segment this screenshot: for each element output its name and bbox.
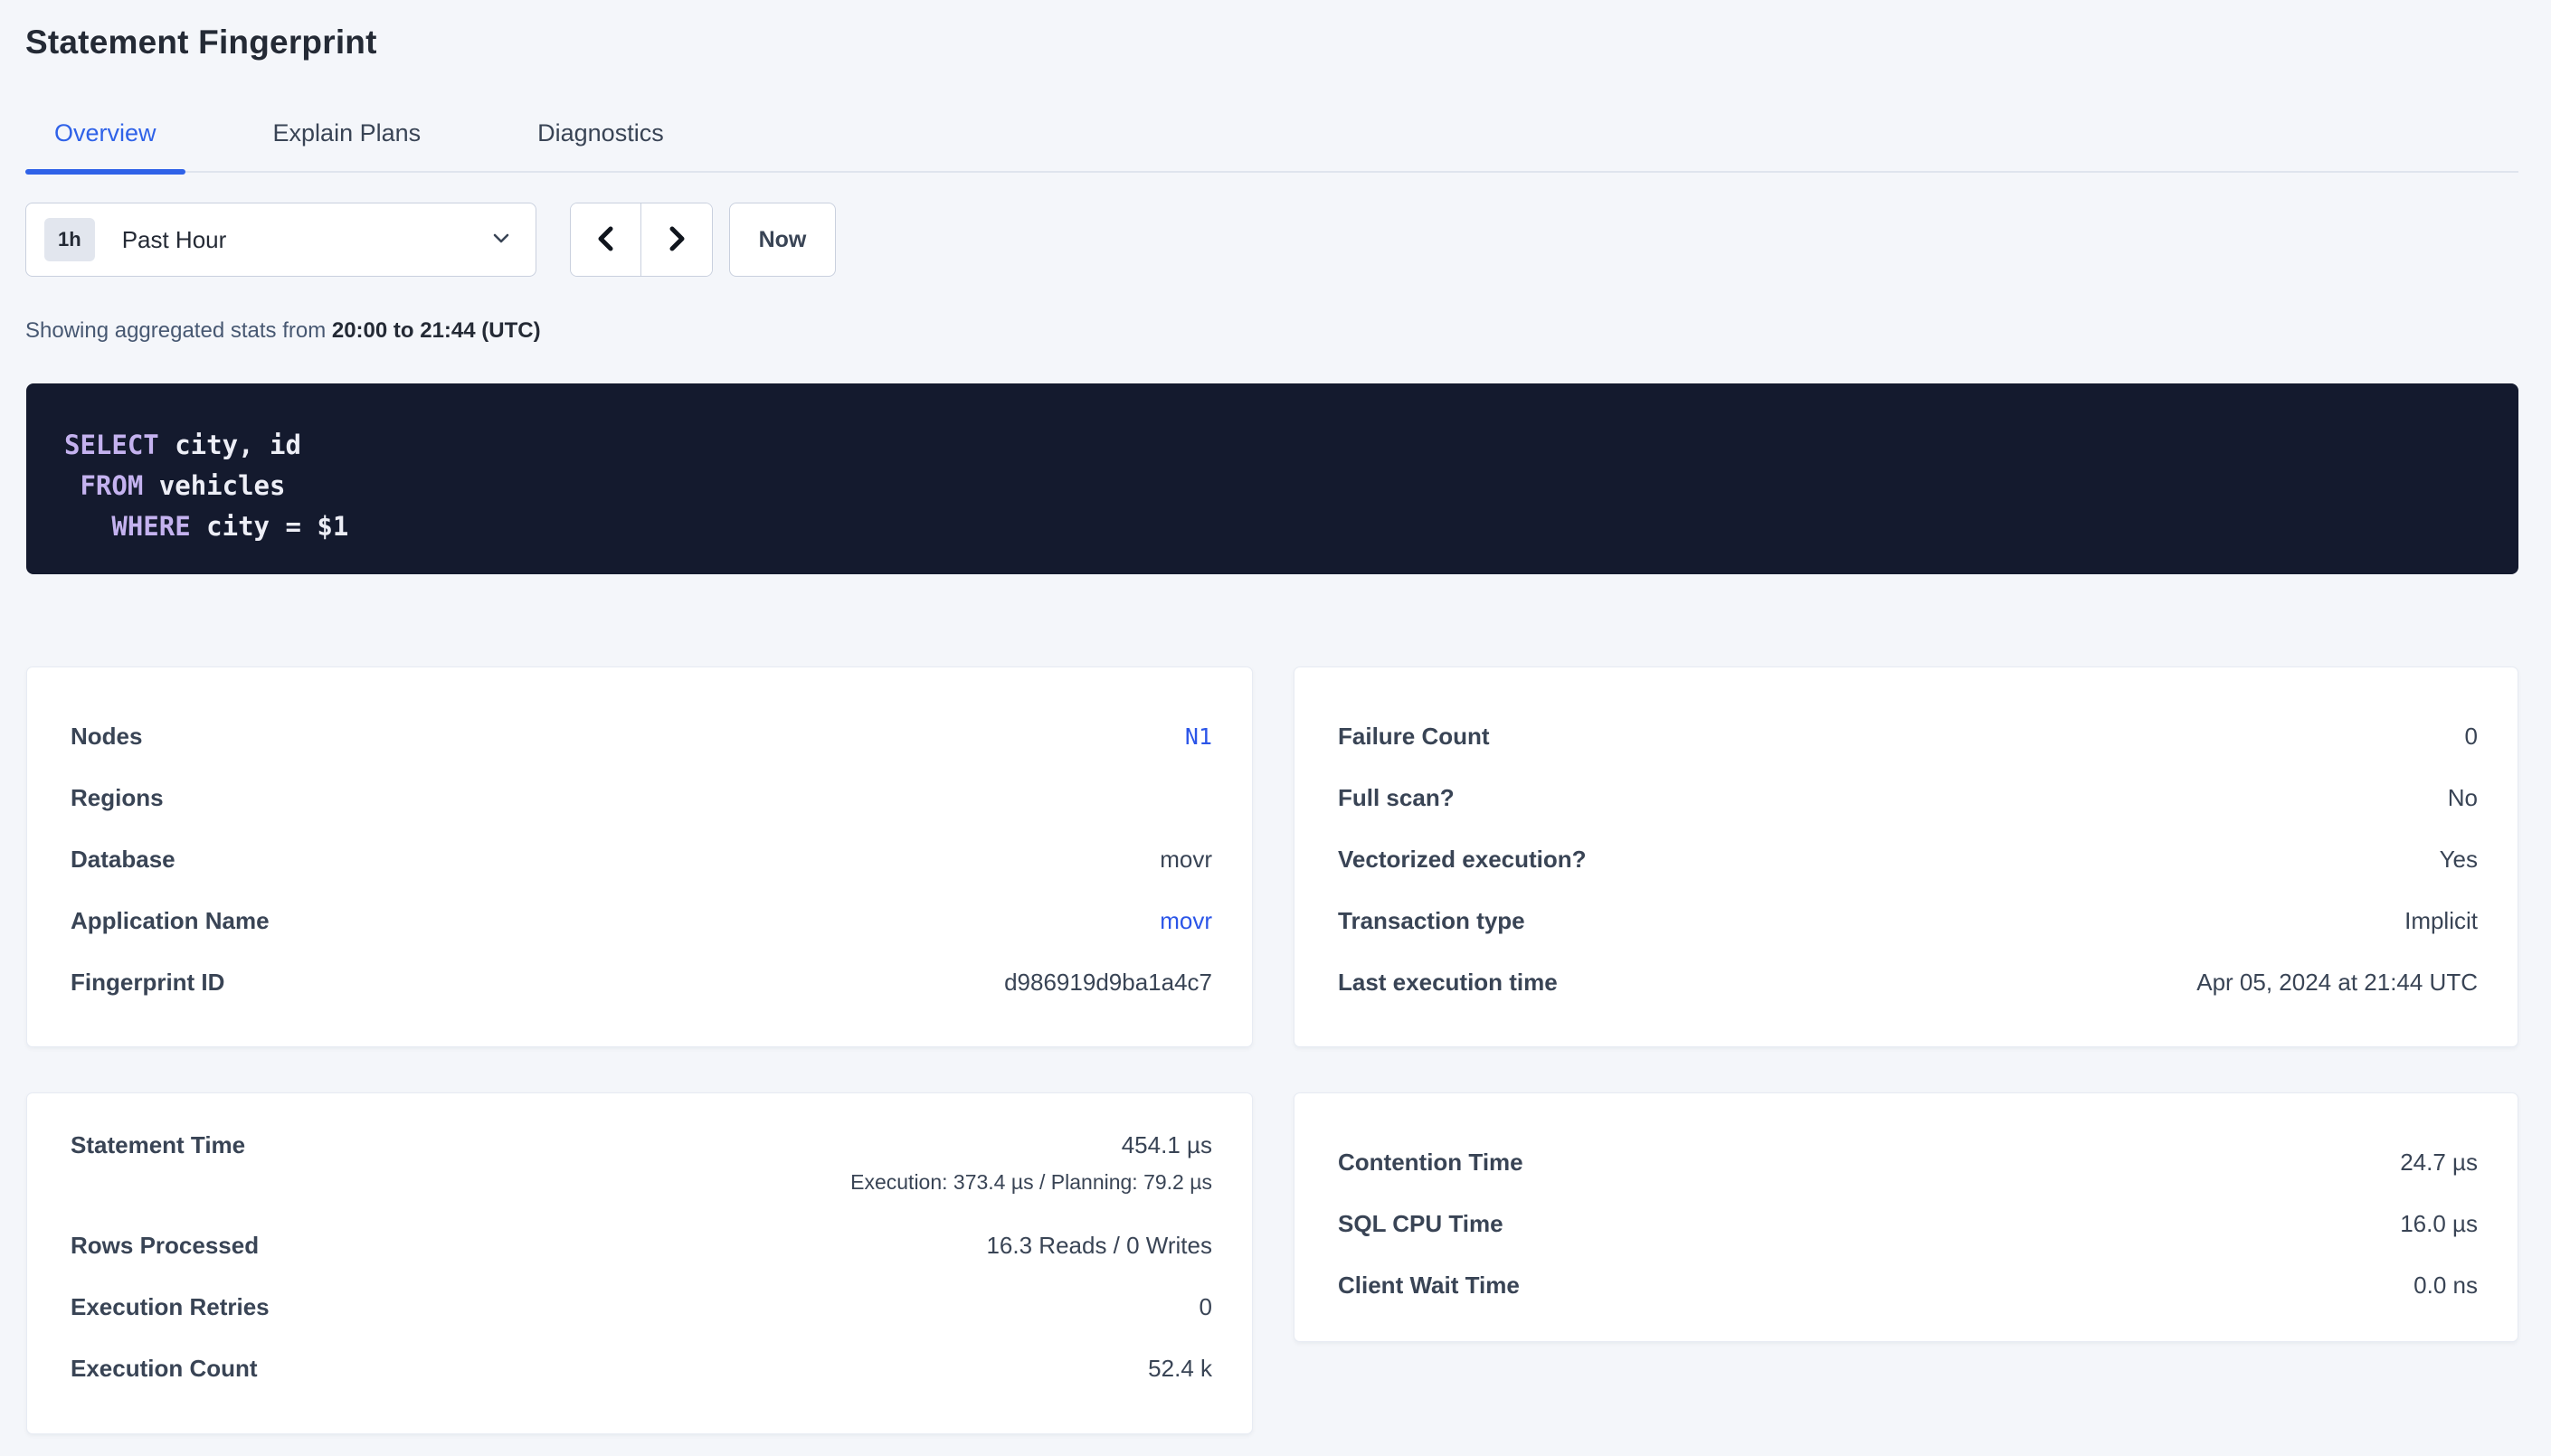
contention-time-value: 24.7 µs — [2400, 1149, 2478, 1177]
execution-count-value: 52.4 k — [1148, 1355, 1212, 1383]
regions-row: Regions — [71, 767, 1212, 828]
contention-time-row: Contention Time 24.7 µs — [1338, 1131, 2478, 1193]
execution-retries-value: 0 — [1200, 1293, 1212, 1321]
rows-processed-value: 16.3 Reads / 0 Writes — [986, 1232, 1212, 1260]
time-interval-badge: 1h — [44, 218, 95, 261]
fingerprint-id-label: Fingerprint ID — [71, 969, 224, 997]
sql-keyword: FROM — [80, 470, 143, 501]
sql-statement-box: SELECT city, id FROM vehicles WHERE city… — [26, 383, 2518, 574]
nodes-row: Nodes N1 — [71, 705, 1212, 767]
statement-fingerprint-page: Statement Fingerprint Overview Explain P… — [0, 0, 2551, 1456]
full-scan-value: No — [2448, 784, 2478, 812]
sql-cpu-time-label: SQL CPU Time — [1338, 1210, 1503, 1238]
tab-bar: Overview Explain Plans Diagnostics — [25, 107, 2518, 173]
page-title: Statement Fingerprint — [25, 24, 377, 61]
tab-diagnostics[interactable]: Diagnostics — [508, 107, 693, 171]
application-name-row: Application Name movr — [71, 890, 1212, 951]
transaction-type-label: Transaction type — [1338, 907, 1525, 935]
prev-time-button[interactable] — [571, 203, 641, 276]
chevron-left-icon — [593, 222, 620, 258]
stats-line-prefix: Showing aggregated stats from — [25, 318, 332, 343]
client-wait-time-label: Client Wait Time — [1338, 1272, 1520, 1300]
sql-text: city, id — [159, 430, 301, 460]
statement-time-label: Statement Time — [71, 1131, 245, 1159]
full-scan-row: Full scan? No — [1338, 767, 2478, 828]
time-pager — [570, 203, 713, 277]
execution-retries-label: Execution Retries — [71, 1293, 270, 1321]
statement-time-row: Statement Time 454.1 µs Execution: 373.4… — [71, 1131, 1212, 1215]
last-execution-time-value: Apr 05, 2024 at 21:44 UTC — [2196, 969, 2478, 997]
last-execution-time-row: Last execution time Apr 05, 2024 at 21:4… — [1338, 951, 2478, 1013]
stats-line-range: 20:00 to 21:44 (UTC) — [332, 318, 541, 343]
chevron-right-icon — [663, 222, 690, 258]
client-wait-time-row: Client Wait Time 0.0 ns — [1338, 1254, 2478, 1316]
failure-count-row: Failure Count 0 — [1338, 705, 2478, 767]
contention-time-label: Contention Time — [1338, 1149, 1523, 1177]
full-scan-label: Full scan? — [1338, 784, 1455, 812]
time-range-label: Past Hour — [122, 226, 227, 254]
vectorized-row: Vectorized execution? Yes — [1338, 828, 2478, 890]
tab-overview[interactable]: Overview — [25, 107, 185, 171]
database-row: Database movr — [71, 828, 1212, 890]
rows-processed-label: Rows Processed — [71, 1232, 259, 1260]
sql-keyword: SELECT — [64, 430, 159, 460]
sql-line-2: FROM vehicles — [64, 466, 2480, 506]
statement-details-card: Nodes N1 Regions Database movr Applicati… — [26, 667, 1253, 1047]
sql-line-3: WHERE city = $1 — [64, 506, 2480, 547]
vectorized-label: Vectorized execution? — [1338, 846, 1587, 874]
nodes-label: Nodes — [71, 723, 142, 751]
failure-count-label: Failure Count — [1338, 723, 1490, 751]
statement-time-detail: Execution: 373.4 µs / Planning: 79.2 µs — [850, 1170, 1212, 1195]
execution-count-row: Execution Count 52.4 k — [71, 1338, 1212, 1399]
aggregated-stats-line: Showing aggregated stats from 20:00 to 2… — [25, 318, 541, 344]
fingerprint-id-row: Fingerprint ID d986919d9ba1a4c7 — [71, 951, 1212, 1013]
sql-text: vehicles — [143, 470, 285, 501]
sql-indent — [64, 470, 80, 501]
transaction-type-value: Implicit — [2404, 907, 2478, 935]
transaction-type-row: Transaction type Implicit — [1338, 890, 2478, 951]
client-wait-time-value: 0.0 ns — [2413, 1272, 2478, 1300]
sql-cpu-time-row: SQL CPU Time 16.0 µs — [1338, 1193, 2478, 1254]
tab-explain-plans[interactable]: Explain Plans — [244, 107, 450, 171]
time-range-dropdown[interactable]: 1h Past Hour — [25, 203, 536, 277]
statement-time-value: 454.1 µs — [850, 1131, 1212, 1159]
now-button[interactable]: Now — [729, 203, 836, 277]
execution-count-label: Execution Count — [71, 1355, 258, 1383]
time-controls: 1h Past Hour Now — [25, 203, 836, 277]
sql-indent — [64, 511, 111, 542]
chevron-down-icon — [488, 225, 514, 255]
sql-cpu-time-value: 16.0 µs — [2400, 1210, 2478, 1238]
application-name-label: Application Name — [71, 907, 270, 935]
last-execution-time-label: Last execution time — [1338, 969, 1558, 997]
application-name-link[interactable]: movr — [1160, 907, 1212, 935]
database-value: movr — [1160, 846, 1212, 874]
rows-processed-row: Rows Processed 16.3 Reads / 0 Writes — [71, 1215, 1212, 1276]
execution-retries-row: Execution Retries 0 — [71, 1276, 1212, 1338]
wait-time-metrics-card: Contention Time 24.7 µs SQL CPU Time 16.… — [1294, 1092, 2518, 1342]
sql-text: city = $1 — [191, 511, 349, 542]
failure-count-value: 0 — [2465, 723, 2478, 751]
database-label: Database — [71, 846, 175, 874]
regions-label: Regions — [71, 784, 164, 812]
sql-keyword: WHERE — [111, 511, 190, 542]
statement-metrics-card: Statement Time 454.1 µs Execution: 373.4… — [26, 1092, 1253, 1434]
nodes-link[interactable]: N1 — [1185, 723, 1212, 750]
fingerprint-id-value: d986919d9ba1a4c7 — [1004, 969, 1212, 997]
execution-attributes-card: Failure Count 0 Full scan? No Vectorized… — [1294, 667, 2518, 1047]
next-time-button[interactable] — [641, 203, 712, 276]
sql-line-1: SELECT city, id — [64, 425, 2480, 466]
vectorized-value: Yes — [2440, 846, 2478, 874]
